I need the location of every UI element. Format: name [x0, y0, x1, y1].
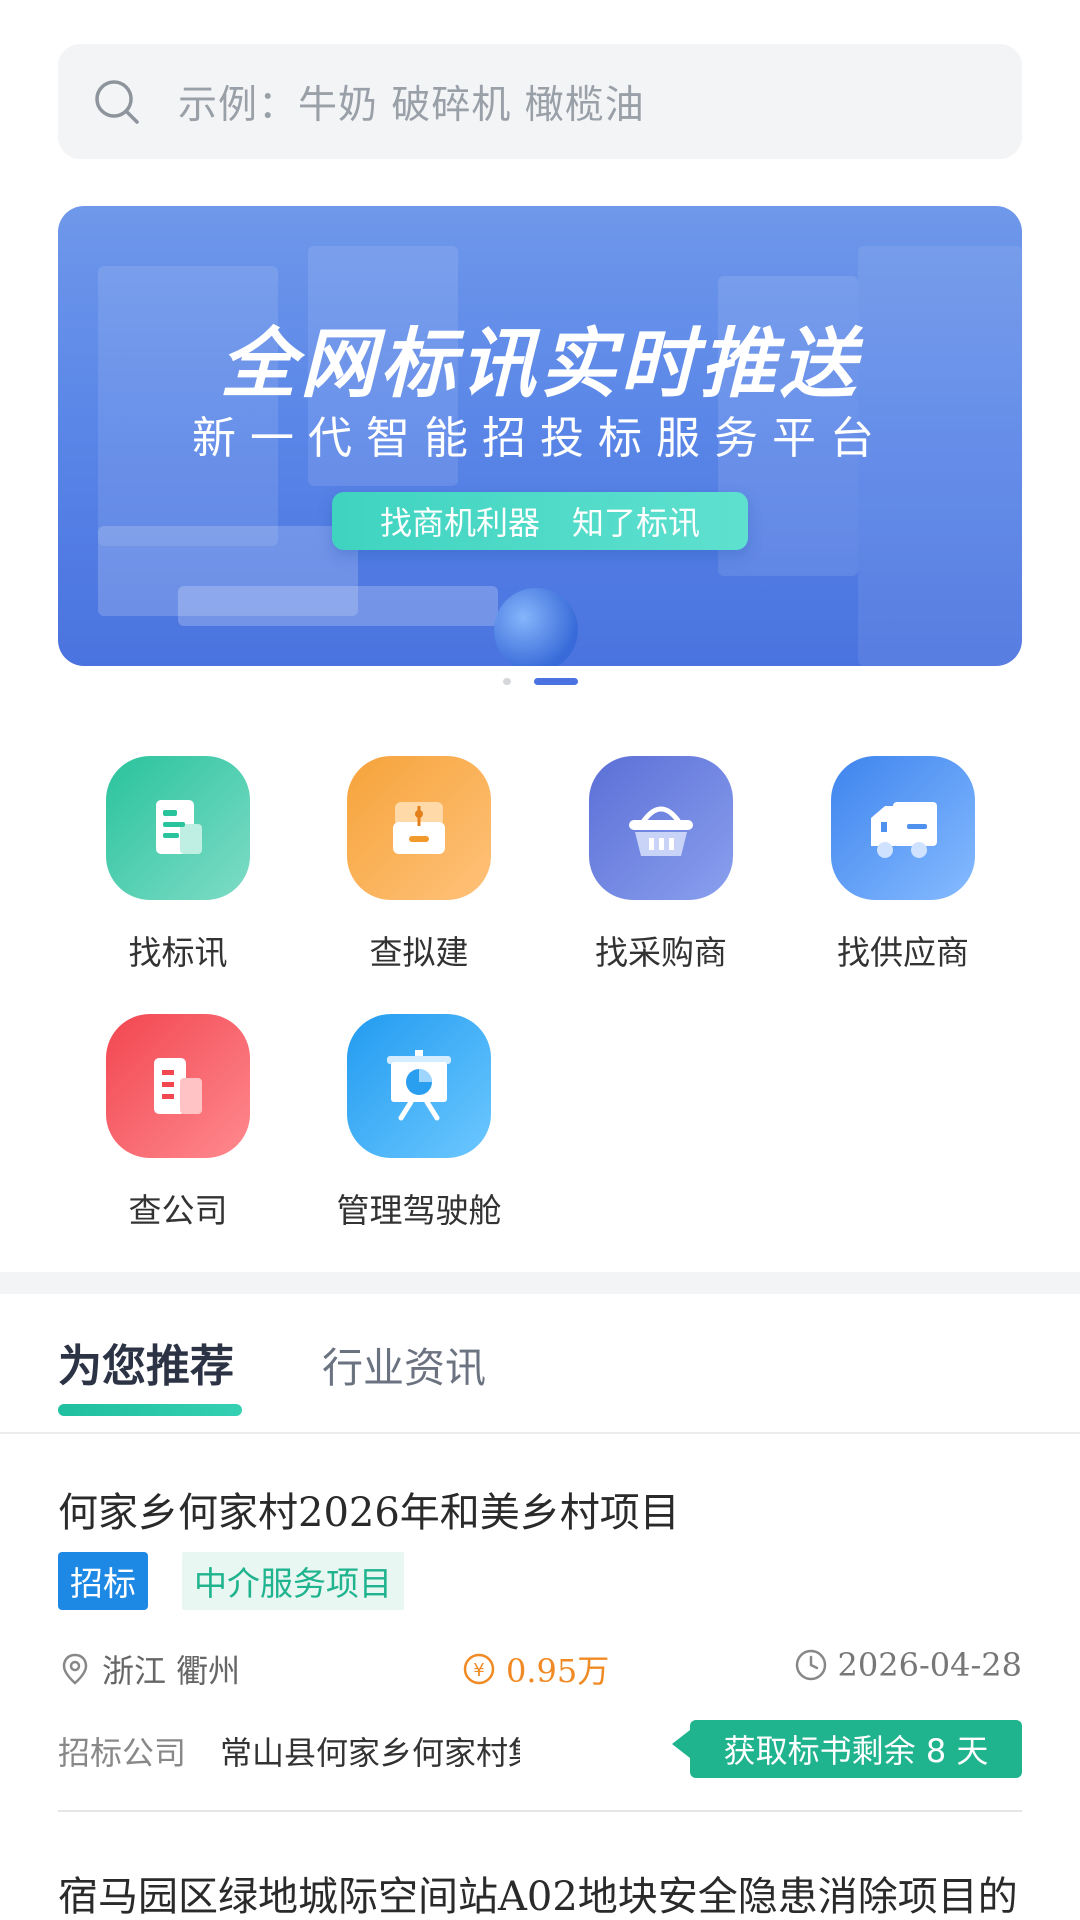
card-tags: 招标 中介服务项目 — [58, 1552, 404, 1610]
banner-title: 全网标讯实时推送 — [220, 319, 860, 408]
menu-item-find-company[interactable]: 查公司 — [68, 1014, 288, 1232]
menu-item-planned-projects[interactable]: 查拟建 — [309, 756, 529, 974]
truck-icon — [831, 756, 975, 900]
menu-label: 找采购商 — [595, 933, 727, 972]
location-pin-icon — [62, 1653, 88, 1685]
publish-date: 2026-04-28 — [794, 1646, 1023, 1684]
card-meta: 浙江 衢州 ¥ 0.95万 2026-04-28 — [58, 1646, 1022, 1690]
card-divider — [58, 1810, 1022, 1812]
company-label: 招标公司 — [58, 1734, 187, 1772]
company-name[interactable]: 常山县何家乡何家村集体经济 — [220, 1728, 520, 1774]
building-icon — [106, 1014, 250, 1158]
date-text: 2026-04-28 — [837, 1646, 1023, 1684]
tab-industry-news[interactable]: 行业资讯 — [322, 1334, 486, 1394]
banner-subtitle: 新一代智能招投标服务平台 — [192, 413, 888, 464]
document-icon — [106, 756, 250, 900]
menu-label: 管理驾驶舱 — [336, 1191, 502, 1230]
feed-card[interactable]: 何家乡何家村2026年和美乡村项目 招标 中介服务项目 浙江 衢州 ¥ 0.95… — [58, 1480, 1022, 1800]
menu-item-find-purchasers[interactable]: 找采购商 — [551, 756, 771, 974]
banner-sphere-decoration — [494, 588, 578, 666]
carousel-indicator — [0, 678, 1080, 688]
tab-divider — [0, 1432, 1080, 1434]
clock-icon — [795, 1649, 826, 1681]
search-icon — [95, 79, 139, 124]
section-divider — [0, 1272, 1080, 1294]
location: 浙江 衢州 — [58, 1646, 240, 1692]
tag-category: 中介服务项目 — [182, 1552, 404, 1610]
banner-cta[interactable]: 找商机利器 知了标讯 — [332, 492, 748, 550]
archive-box-icon — [347, 756, 491, 900]
menu-label: 查拟建 — [369, 933, 469, 972]
amount-text: 0.95万 — [506, 1652, 610, 1690]
carousel-dot[interactable] — [503, 678, 511, 685]
budget-amount: ¥ 0.95万 — [462, 1646, 609, 1692]
location-text: 浙江 衢州 — [102, 1652, 241, 1690]
tab-recommended[interactable]: 为您推荐 — [58, 1330, 234, 1394]
search-placeholder: 示例：牛奶 破碎机 橄榄油 — [178, 82, 645, 128]
carousel-dot-active[interactable] — [534, 678, 578, 685]
tag-type: 招标 — [58, 1552, 148, 1610]
menu-item-dashboard[interactable]: 管理驾驶舱 — [309, 1014, 529, 1232]
menu-label: 找标讯 — [128, 933, 228, 972]
search-bar[interactable]: 示例：牛奶 破碎机 橄榄油 — [58, 44, 1022, 159]
yen-icon: ¥ — [463, 1653, 495, 1685]
card-title: 何家乡何家村2026年和美乡村项目 — [58, 1490, 680, 1536]
svg-text:¥: ¥ — [473, 1660, 484, 1681]
feed-card[interactable]: 宿马园区绿地城际空间站A02地块安全隐患消除项目的 — [58, 1864, 1022, 1920]
menu-item-find-bids[interactable]: 找标讯 — [68, 756, 288, 974]
menu-label: 查公司 — [128, 1191, 228, 1230]
promo-banner[interactable]: 全网标讯实时推送 新一代智能招投标服务平台 找商机利器 知了标讯 — [58, 206, 1022, 666]
menu-label: 找供应商 — [837, 933, 969, 972]
deadline-badge[interactable]: 获取标书剩余 8 天 — [672, 1720, 1022, 1778]
basket-icon — [589, 756, 733, 900]
menu-item-find-suppliers[interactable]: 找供应商 — [793, 756, 1013, 974]
company-row: 招标公司 常山县何家乡何家村集体经济 获取标书剩余 8 天 — [58, 1720, 1022, 1778]
tab-active-indicator — [58, 1404, 242, 1416]
card-title: 宿马园区绿地城际空间站A02地块安全隐患消除项目的 — [58, 1874, 1018, 1920]
presentation-chart-icon — [347, 1014, 491, 1158]
